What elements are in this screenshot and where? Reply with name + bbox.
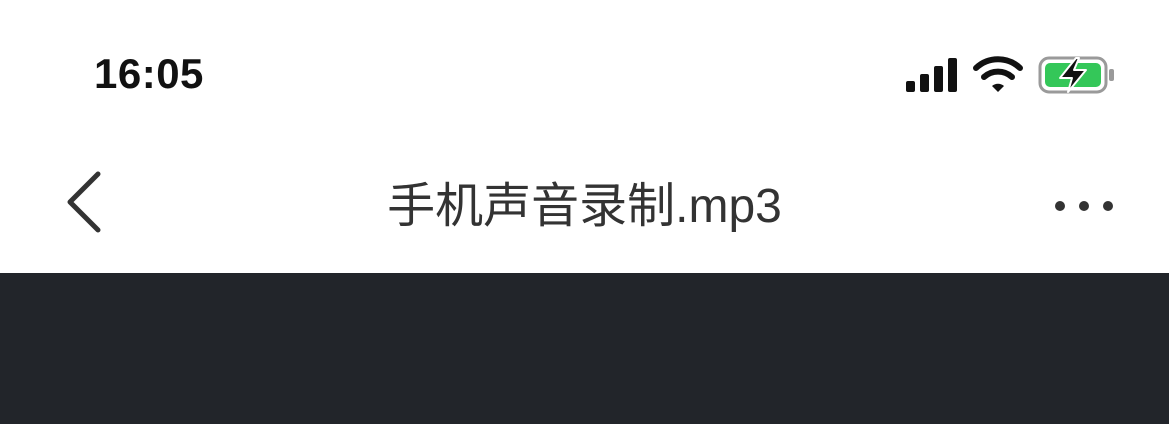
page-title: 手机声音录制.mp3 xyxy=(387,180,782,233)
battery-charging-icon xyxy=(1038,56,1114,94)
more-horizontal-icon xyxy=(1055,201,1113,211)
status-bar: 16:05 xyxy=(0,0,1169,130)
wifi-icon xyxy=(973,56,1023,92)
chevron-left-icon xyxy=(67,171,101,233)
media-content-area xyxy=(0,273,1169,424)
cellular-signal-icon xyxy=(906,58,957,92)
back-button[interactable] xyxy=(44,162,124,242)
status-time: 16:05 xyxy=(94,50,204,97)
more-options-button[interactable] xyxy=(1044,176,1124,236)
navigation-bar: 手机声音录制.mp3 xyxy=(0,130,1169,273)
